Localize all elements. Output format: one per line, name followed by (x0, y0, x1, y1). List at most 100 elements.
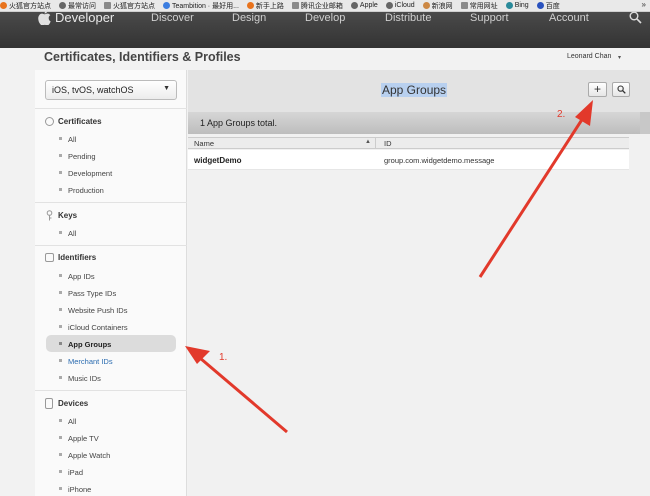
bullet (59, 308, 62, 311)
sidebar-item-website-push-ids[interactable]: Website Push IDs (68, 306, 127, 315)
apple-logo-icon[interactable] (38, 10, 51, 25)
bookmark-item[interactable]: 常用网址 (460, 1, 498, 11)
sidebar-item-pass-type-ids[interactable]: Pass Type IDs (68, 289, 116, 298)
sidebar-section-keys: Keys (58, 211, 78, 220)
nav-develop[interactable]: Develop (305, 12, 345, 24)
gear-icon (59, 2, 66, 9)
annotation-label-2: 2. (557, 109, 566, 120)
bullet (59, 137, 62, 140)
bookmark-item[interactable]: Apple (350, 2, 378, 9)
sidebar-item-apple-tv[interactable]: Apple TV (68, 434, 99, 443)
chevron-down-icon: ▼ (163, 85, 170, 92)
platform-select[interactable]: iOS, tvOS, watchOS ▼ (45, 80, 177, 100)
firefox-icon (0, 2, 7, 9)
sidebar-section-identifiers: Identifiers (58, 253, 97, 262)
bullet (59, 171, 62, 174)
bullet (59, 453, 62, 456)
column-header-id[interactable]: ID (384, 139, 392, 148)
divider (35, 245, 187, 246)
sidebar-item-icloud-containers[interactable]: iCloud Containers (68, 323, 128, 332)
bookmark-item[interactable]: 火狐官方站点 (104, 1, 155, 11)
key-icon (46, 210, 53, 221)
sidebar-item-development[interactable]: Development (68, 169, 112, 178)
sidebar (35, 70, 187, 496)
apple-icon (385, 2, 393, 9)
page-title: Certificates, Identifiers & Profiles (44, 50, 241, 64)
bullet (59, 376, 62, 379)
search-button[interactable] (612, 82, 630, 97)
sidebar-section-certificates: Certificates (58, 117, 102, 126)
bookmark-item[interactable]: 新浪网 (422, 1, 453, 11)
folder-icon (291, 2, 299, 9)
nav-account[interactable]: Account (549, 12, 589, 24)
folder-icon (104, 2, 111, 9)
bullet (59, 231, 62, 234)
sidebar-item-certificates-all[interactable]: All (68, 135, 76, 144)
platform-select-value: iOS, tvOS, watchOS (52, 85, 134, 95)
baidu-icon (536, 2, 544, 9)
column-divider (375, 137, 376, 149)
bookmark-item[interactable]: iCloud (385, 2, 415, 9)
search-icon (617, 85, 626, 94)
bullet (59, 154, 62, 157)
sidebar-item-devices-all[interactable]: All (68, 417, 76, 426)
bookmark-item[interactable]: 新手上路 (246, 1, 284, 11)
bookmarks-more-button[interactable]: » (642, 0, 646, 9)
bullet (59, 291, 62, 294)
sidebar-section-devices: Devices (58, 399, 89, 408)
apple-icon (350, 2, 358, 9)
bullet (59, 436, 62, 439)
developer-brand[interactable]: Developer (55, 10, 114, 25)
sidebar-item-pending[interactable]: Pending (68, 152, 96, 161)
bullet (59, 419, 62, 422)
content-title: App Groups (381, 83, 448, 97)
bullet (59, 274, 62, 277)
bullet (59, 188, 62, 191)
sidebar-item-ipad[interactable]: iPad (68, 468, 83, 477)
sidebar-item-apple-watch[interactable]: Apple Watch (68, 451, 110, 460)
cell-name: widgetDemo (194, 156, 242, 165)
device-icon (45, 398, 53, 409)
bookmark-item[interactable]: 火狐官方站点 (0, 1, 51, 11)
nav-distribute[interactable]: Distribute (385, 12, 431, 24)
sort-asc-icon: ▲ (365, 139, 371, 145)
total-count: 1 App Groups total. (200, 118, 278, 128)
sidebar-item-iphone[interactable]: iPhone (68, 485, 91, 494)
teambition-icon (163, 2, 170, 9)
sidebar-item-merchant-ids[interactable]: Merchant IDs (68, 357, 113, 366)
sidebar-item-app-groups[interactable]: App Groups (68, 340, 111, 349)
bookmark-item[interactable]: 腾讯企业邮箱 (291, 1, 343, 11)
bookmark-item[interactable]: 百度 (536, 1, 560, 11)
bookmark-item[interactable]: Bing (505, 2, 529, 9)
table-header (188, 137, 629, 149)
nav-discover[interactable]: Discover (151, 12, 194, 24)
nav-design[interactable]: Design (232, 12, 266, 24)
firefox-icon (246, 2, 254, 9)
search-icon[interactable] (629, 11, 642, 24)
content-area (188, 134, 650, 496)
bookmark-item[interactable]: Teambition · 最好用... (163, 1, 239, 11)
certificate-icon (45, 117, 54, 126)
divider (35, 202, 187, 203)
bullet (59, 359, 62, 362)
bullet (59, 325, 62, 328)
sidebar-item-app-ids[interactable]: App IDs (68, 272, 95, 281)
chevron-down-icon[interactable]: ▾ (618, 54, 621, 61)
sina-icon (422, 2, 430, 9)
divider (35, 390, 187, 391)
bing-icon (505, 2, 513, 9)
sidebar-item-keys-all[interactable]: All (68, 229, 76, 238)
sidebar-item-production[interactable]: Production (68, 186, 104, 195)
divider (35, 108, 187, 109)
nav-support[interactable]: Support (470, 12, 509, 24)
sidebar-item-music-ids[interactable]: Music IDs (68, 374, 101, 383)
total-bar-edge (640, 112, 650, 134)
cell-id: group.com.widgetdemo.message (384, 156, 495, 165)
bullet (59, 342, 62, 345)
column-header-name[interactable]: Name (194, 139, 214, 148)
bookmark-item[interactable]: 最常访问 (59, 1, 96, 11)
add-button[interactable]: + (588, 82, 607, 97)
user-menu[interactable]: Leonard Chan (567, 53, 611, 60)
identifier-icon (45, 253, 54, 262)
folder-icon (460, 2, 468, 9)
